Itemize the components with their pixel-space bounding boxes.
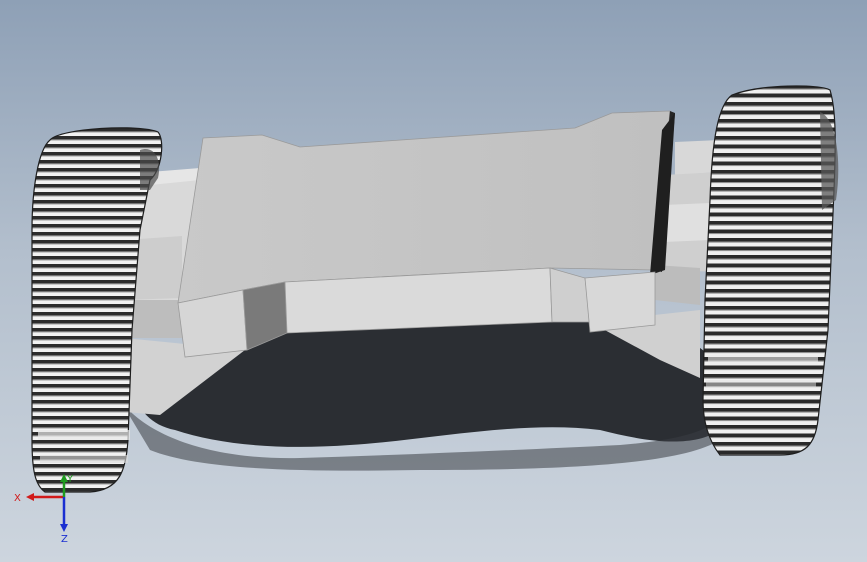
right-track <box>702 85 839 456</box>
z-axis-label: Z <box>61 534 68 545</box>
y-axis-label: Y <box>66 474 74 485</box>
cad-model-render[interactable]: X Y Z <box>0 0 867 562</box>
x-axis-arrow <box>26 493 34 501</box>
cad-viewport[interactable]: X Y Z <box>0 0 867 562</box>
body-top-face <box>177 110 671 304</box>
z-axis-arrow <box>60 524 68 532</box>
x-axis-label: X <box>14 493 21 504</box>
